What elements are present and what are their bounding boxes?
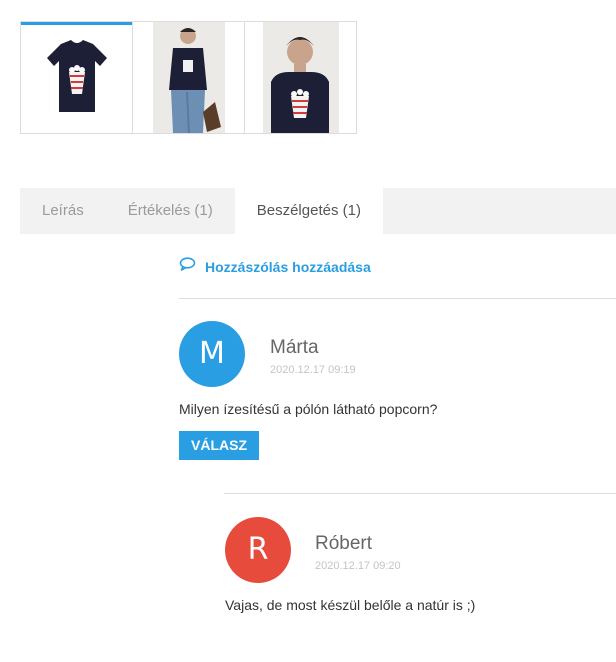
thumbnail-model-front[interactable]	[244, 21, 357, 134]
tab-description[interactable]: Leírás	[20, 188, 106, 234]
comment-date: 2020.12.17 09:19	[270, 364, 356, 376]
add-comment-link[interactable]: Hozzászólás hozzáadása	[179, 257, 371, 276]
reply-avatar: R	[225, 517, 291, 583]
reply-date: 2020.12.17 09:20	[315, 560, 401, 572]
add-comment-label: Hozzászólás hozzáadása	[205, 258, 371, 275]
reply-button[interactable]: VÁLASZ	[179, 431, 259, 460]
product-gallery-thumbnails	[20, 21, 357, 134]
speech-bubble-icon	[179, 257, 196, 276]
reply-author: Róbert	[315, 533, 373, 554]
comment-text: Milyen ízesítésű a pólón látható popcorn…	[179, 401, 438, 417]
comment-author: Márta	[270, 337, 319, 358]
tshirt-image	[47, 40, 107, 112]
reply-text: Vajas, de most készül belőle a natúr is …	[225, 597, 476, 613]
avatar: M	[179, 321, 245, 387]
tab-discussion[interactable]: Beszélgetés (1)	[234, 188, 383, 234]
thumbnail-tshirt[interactable]	[20, 21, 133, 134]
model-front-image	[263, 22, 339, 133]
product-tabs: Leírás Értékelés (1) Beszélgetés (1)	[20, 188, 616, 234]
reply-divider	[224, 493, 616, 494]
tab-reviews[interactable]: Értékelés (1)	[106, 188, 235, 234]
model-full-image	[153, 22, 225, 133]
divider	[179, 298, 616, 299]
thumbnail-model-full[interactable]	[132, 21, 245, 134]
